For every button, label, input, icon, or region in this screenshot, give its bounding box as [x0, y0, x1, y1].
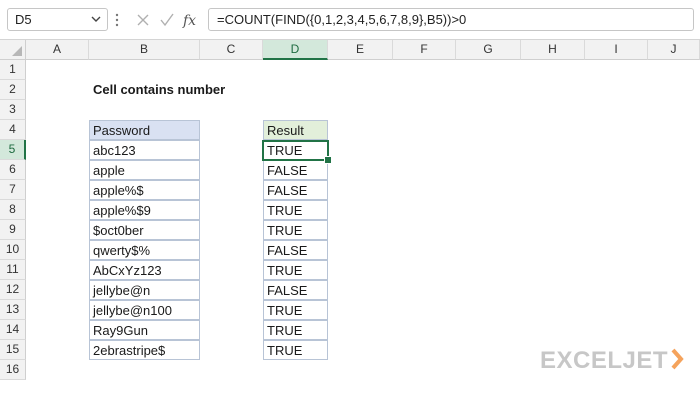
result-cell[interactable]: TRUE: [263, 260, 328, 280]
more-options-icon[interactable]: [115, 12, 119, 28]
formula-input[interactable]: =COUNT(FIND({0,1,2,3,4,5,6,7,8,9},B5))>0: [208, 8, 694, 31]
result-cell[interactable]: FALSE: [263, 280, 328, 300]
password-cell[interactable]: qwerty$%: [89, 240, 200, 260]
password-cell[interactable]: apple%$9: [89, 200, 200, 220]
result-header-cell[interactable]: Result: [263, 120, 328, 140]
result-cell[interactable]: FALSE: [263, 180, 328, 200]
column-header-f[interactable]: F: [393, 40, 456, 60]
column-header-j[interactable]: J: [648, 40, 700, 60]
exceljet-logo: EXCELJET: [540, 347, 684, 374]
password-cell[interactable]: abc123: [89, 140, 200, 160]
result-cell[interactable]: TRUE: [263, 340, 328, 360]
password-cell[interactable]: jellybe@n: [89, 280, 200, 300]
password-cell[interactable]: 2ebrastripe$: [89, 340, 200, 360]
row-header-8[interactable]: 8: [0, 200, 26, 220]
svg-text:fx: fx: [182, 13, 196, 29]
row-header-12[interactable]: 12: [0, 280, 26, 300]
column-header-d[interactable]: D: [263, 40, 328, 60]
row-header-13[interactable]: 13: [0, 300, 26, 320]
column-header-a[interactable]: A: [26, 40, 89, 60]
svg-text:EXCELJET: EXCELJET: [540, 347, 668, 374]
row-header-10[interactable]: 10: [0, 240, 26, 260]
result-cell[interactable]: FALSE: [263, 240, 328, 260]
row-header-3[interactable]: 3: [0, 100, 26, 120]
row-header-15[interactable]: 15: [0, 340, 26, 360]
result-cell[interactable]: TRUE: [263, 220, 328, 240]
result-cell[interactable]: TRUE: [263, 200, 328, 220]
result-cell[interactable]: FALSE: [263, 160, 328, 180]
row-header-6[interactable]: 6: [0, 160, 26, 180]
row-header-11[interactable]: 11: [0, 260, 26, 280]
column-header-i[interactable]: I: [585, 40, 648, 60]
active-cell-border: [262, 140, 329, 161]
result-cell[interactable]: TRUE: [263, 320, 328, 340]
row-header-9[interactable]: 9: [0, 220, 26, 240]
name-box[interactable]: D5: [7, 8, 108, 31]
password-cell[interactable]: jellybe@n100: [89, 300, 200, 320]
name-box-value: D5: [15, 12, 32, 27]
formula-text: =COUNT(FIND({0,1,2,3,4,5,6,7,8,9},B5))>0: [217, 12, 467, 27]
row-header-14[interactable]: 14: [0, 320, 26, 340]
password-cell[interactable]: Ray9Gun: [89, 320, 200, 340]
insert-function-icon[interactable]: fx: [181, 10, 201, 30]
fill-handle[interactable]: [324, 156, 332, 164]
column-header-e[interactable]: E: [328, 40, 393, 60]
row-header-16[interactable]: 16: [0, 360, 26, 380]
chevron-down-icon[interactable]: [89, 12, 103, 26]
result-cell[interactable]: TRUE: [263, 300, 328, 320]
password-cell[interactable]: apple%$: [89, 180, 200, 200]
password-cell[interactable]: apple: [89, 160, 200, 180]
row-header-4[interactable]: 4: [0, 120, 26, 140]
column-header-c[interactable]: C: [200, 40, 263, 60]
row-header-1[interactable]: 1: [0, 60, 26, 80]
sheet-title[interactable]: Cell contains number: [93, 82, 225, 97]
password-cell[interactable]: $oct0ber: [89, 220, 200, 240]
formula-bar-area: D5 fx =COUNT(FIND({0,1,2,3,4,5,6,7,8,9},…: [0, 0, 700, 40]
column-header-b[interactable]: B: [89, 40, 200, 60]
row-header-7[interactable]: 7: [0, 180, 26, 200]
select-all-corner[interactable]: [0, 40, 26, 60]
select-all-triangle: [12, 46, 22, 56]
enter-check-icon[interactable]: [157, 10, 177, 30]
password-header-cell[interactable]: Password: [89, 120, 200, 140]
column-header-g[interactable]: G: [456, 40, 521, 60]
row-header-5[interactable]: 5: [0, 140, 26, 160]
column-header-h[interactable]: H: [521, 40, 585, 60]
cancel-icon[interactable]: [133, 10, 153, 30]
row-header-2[interactable]: 2: [0, 80, 26, 100]
password-cell[interactable]: AbCxYz123: [89, 260, 200, 280]
